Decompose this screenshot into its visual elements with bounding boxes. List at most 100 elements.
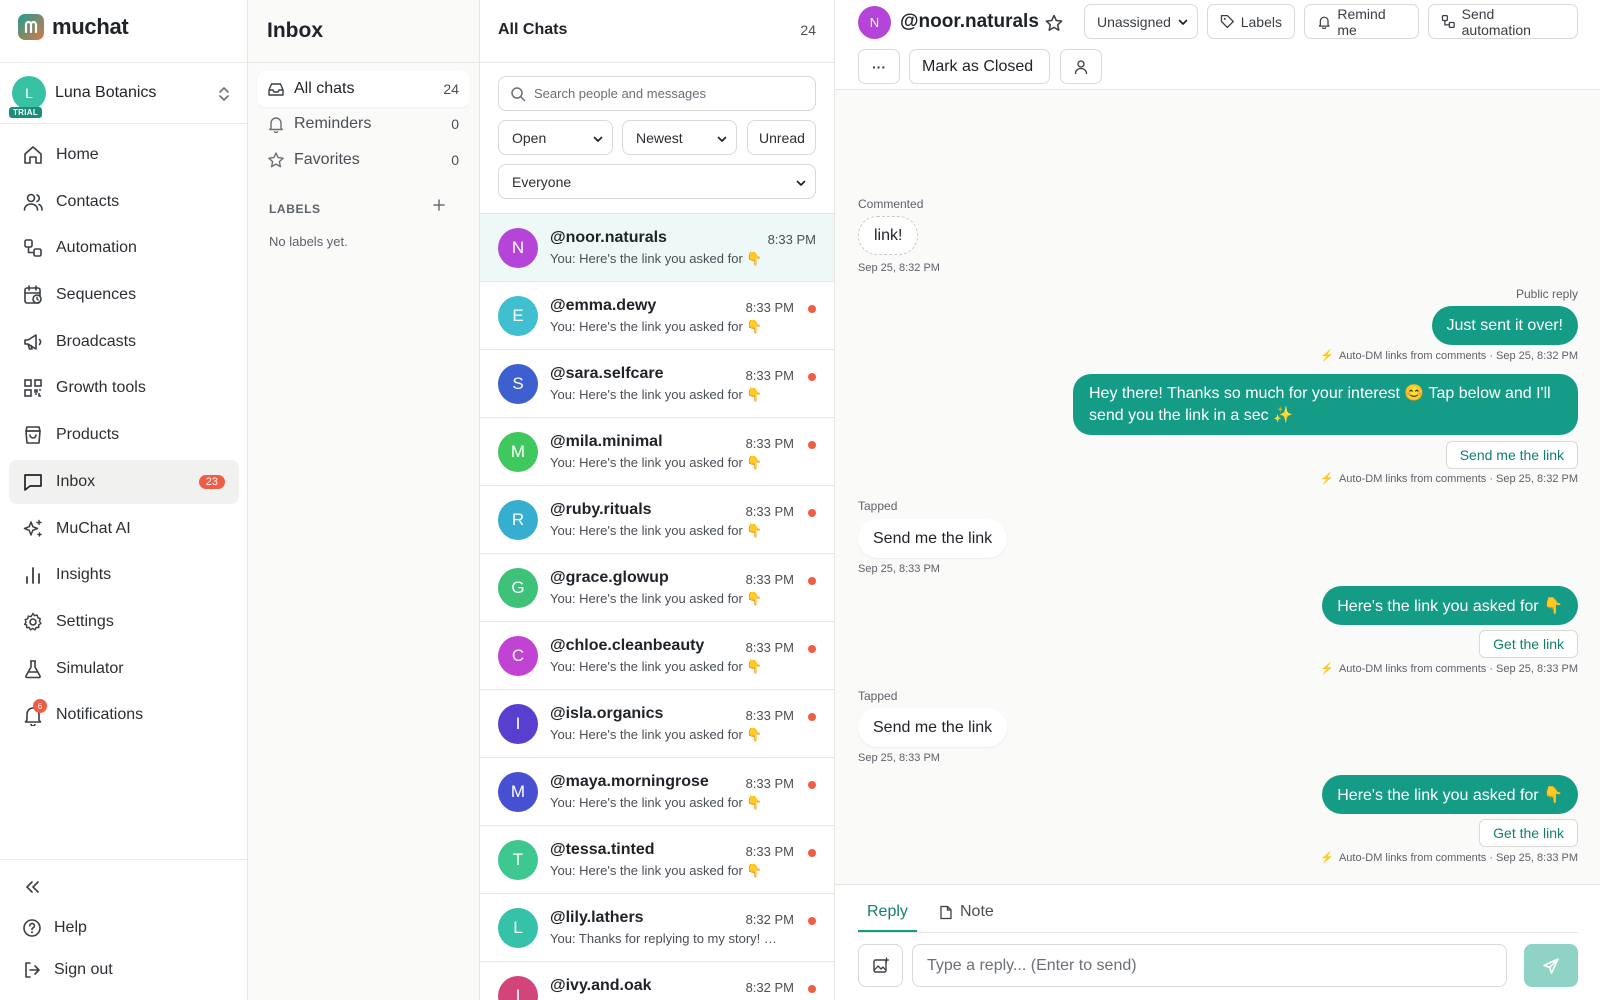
- tag-icon: [1220, 14, 1234, 29]
- nav-item-contacts[interactable]: Contacts: [9, 180, 239, 224]
- nav-item-automation[interactable]: Automation: [9, 226, 239, 270]
- chat-row[interactable]: N @noor.naturals 8:33 PM You: Here's the li…: [480, 214, 834, 282]
- nav-item-notifications[interactable]: 6 Notifications: [9, 693, 239, 737]
- nav-item-sequences[interactable]: Sequences: [9, 273, 239, 317]
- brand-name: muchat: [52, 14, 129, 39]
- avatar: N: [498, 228, 538, 268]
- chat-row[interactable]: E @emma.dewy 8:33 PM You: Here's the link y…: [480, 282, 834, 350]
- more-options-button[interactable]: ···: [858, 49, 900, 84]
- send-automation-button[interactable]: Send automation: [1428, 4, 1578, 39]
- chat-row[interactable]: T @tessa.tinted 8:33 PM You: Here's the lin…: [480, 826, 834, 894]
- reply-input[interactable]: [912, 944, 1507, 987]
- nav-item-growth-tools[interactable]: Growth tools: [9, 366, 239, 410]
- bolt-icon: ⚡: [1320, 663, 1334, 675]
- help-link[interactable]: Help: [22, 918, 87, 938]
- favorite-star-icon[interactable]: [1044, 13, 1064, 33]
- chat-row-preview: You: Here's the link you asked for 👇: [550, 251, 763, 266]
- labels-button[interactable]: Labels: [1207, 4, 1295, 39]
- chat-row-preview: You: Here's the link you asked for 👇: [550, 795, 763, 810]
- labels-empty-text: No labels yet.: [269, 234, 348, 249]
- message-square-icon: [24, 473, 42, 491]
- image-plus-icon: [872, 956, 889, 973]
- send-me-link-quick-button[interactable]: Send me the link: [1445, 441, 1578, 469]
- chevron-up-down-icon: [219, 87, 229, 101]
- chat-row[interactable]: I @ivy.and.oak 8:32 PM: [480, 962, 834, 1000]
- nav-item-broadcasts[interactable]: Broadcasts: [9, 320, 239, 364]
- unread-dot: [808, 373, 816, 381]
- chat-row-name: @grace.glowup: [550, 569, 669, 586]
- collapse-sidebar-button[interactable]: [22, 877, 54, 897]
- unread-dot: [808, 917, 816, 925]
- search-input[interactable]: [534, 86, 804, 101]
- nav-item-home[interactable]: Home: [9, 133, 239, 177]
- unread-dot: [808, 645, 816, 653]
- chat-row-name: @noor.naturals: [550, 229, 667, 246]
- contact-avatar[interactable]: N: [858, 6, 891, 39]
- users-icon: [23, 193, 43, 211]
- labels-heading: LABELS: [269, 202, 321, 216]
- chat-row-time: 8:32 PM: [745, 980, 794, 995]
- user-icon: [1074, 59, 1088, 74]
- tab-note[interactable]: Note: [939, 903, 994, 921]
- unread-filter-button[interactable]: Unread: [747, 120, 816, 155]
- nav-item-products[interactable]: Products: [9, 413, 239, 457]
- get-link-button[interactable]: Get the link: [1479, 630, 1578, 658]
- inbox-panel: Inbox All chats 24 Reminders 0 Favorites…: [248, 0, 480, 1000]
- get-link-button[interactable]: Get the link: [1479, 819, 1578, 847]
- avatar: S: [498, 364, 538, 404]
- bell-icon: [269, 117, 283, 133]
- nav-item-inbox[interactable]: Inbox 23: [9, 459, 239, 504]
- chat-row[interactable]: R @ruby.rituals 8:33 PM You: Here's the lin…: [480, 486, 834, 554]
- chat-row[interactable]: I @isla.organics 8:33 PM You: Here's the li…: [480, 690, 834, 758]
- send-icon: [1543, 957, 1559, 974]
- tab-reply[interactable]: Reply: [867, 903, 908, 921]
- sparkles-icon: [23, 519, 42, 537]
- folder-favorites[interactable]: Favorites 0: [257, 142, 470, 178]
- assignee-select[interactable]: Unassigned: [1084, 4, 1198, 39]
- unread-dot: [808, 849, 816, 857]
- divider: [248, 62, 479, 63]
- nav-item-label: Settings: [56, 612, 114, 630]
- workspace-switcher[interactable]: L TRIAL Luna Botanics: [0, 62, 247, 124]
- nav-item-simulator[interactable]: Simulator: [9, 647, 239, 691]
- search-box: [498, 76, 816, 111]
- folder-all-chats[interactable]: All chats 24: [257, 71, 470, 107]
- contact-name[interactable]: @noor.naturals: [900, 11, 1039, 33]
- chat-row-time: 8:33 PM: [745, 368, 794, 383]
- avatar: I: [498, 704, 538, 744]
- nav-item-label: Growth tools: [56, 379, 146, 397]
- contact-profile-button[interactable]: [1060, 49, 1102, 84]
- automation-icon: [1441, 15, 1455, 28]
- add-label-button[interactable]: [432, 198, 446, 212]
- nav-item-settings[interactable]: Settings: [9, 600, 239, 644]
- chat-row-preview: You: Here's the link you asked for 👇: [550, 863, 763, 878]
- avatar: M: [498, 432, 538, 472]
- remind-me-button[interactable]: Remind me: [1304, 4, 1419, 39]
- brand[interactable]: muchat: [18, 14, 129, 40]
- status-filter-select[interactable]: Open: [498, 120, 613, 155]
- sort-select[interactable]: Newest: [622, 120, 737, 155]
- link-bubble: Here's the link you asked for 👇: [1322, 586, 1578, 625]
- help-label: Help: [54, 919, 87, 936]
- chat-row[interactable]: L @lily.lathers 8:32 PM You: Thanks for rep…: [480, 894, 834, 962]
- mark-closed-button[interactable]: Mark as Closed: [909, 49, 1050, 84]
- folder-reminders[interactable]: Reminders 0: [257, 106, 470, 142]
- chat-row-name: @isla.organics: [550, 705, 664, 722]
- chat-row[interactable]: G @grace.glowup 8:33 PM You: Here's the lin…: [480, 554, 834, 622]
- chat-row[interactable]: C @chloe.cleanbeauty 8:33 PM You: Here's th…: [480, 622, 834, 690]
- chat-row[interactable]: M @mila.minimal 8:33 PM You: Here's the lin…: [480, 418, 834, 486]
- chat-row[interactable]: M @maya.morningrose 8:33 PM You: Here's the…: [480, 758, 834, 826]
- conversation-header: N @noor.naturals Unassigned Labels Remin…: [835, 0, 1600, 90]
- nav-item-insights[interactable]: Insights: [9, 553, 239, 597]
- avatar: R: [498, 500, 538, 540]
- avatar: E: [498, 296, 538, 336]
- chat-list-count: 24: [800, 22, 816, 38]
- nav-item-muchat-ai[interactable]: MuChat AI: [9, 507, 239, 551]
- chat-row[interactable]: S @sara.selfcare 8:33 PM You: Here's the li…: [480, 350, 834, 418]
- assignee-filter-select[interactable]: Everyone: [498, 164, 816, 199]
- sign-out-link[interactable]: Sign out: [22, 960, 113, 980]
- folder-label: Reminders: [294, 115, 372, 132]
- bell-icon-wrap: 6: [22, 699, 47, 727]
- send-button[interactable]: [1524, 944, 1578, 987]
- attach-image-button[interactable]: [858, 944, 903, 987]
